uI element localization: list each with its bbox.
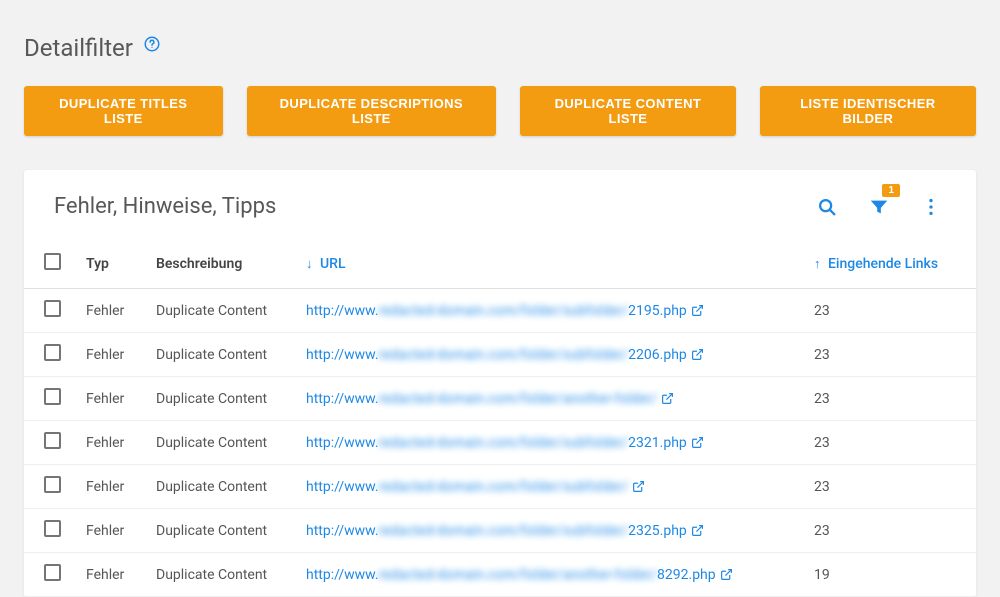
- sort-down-icon: ↓: [306, 257, 313, 272]
- row-desc: Duplicate Content: [148, 553, 298, 597]
- row-desc: Duplicate Content: [148, 465, 298, 509]
- url-link[interactable]: http://www.redacted-domain.com/folder/su…: [306, 303, 687, 319]
- col-links-label: Eingehende Links: [828, 256, 938, 272]
- duplicate-content-button[interactable]: DUPLICATE CONTENT LISTE: [520, 86, 736, 136]
- card-title: Fehler, Hinweise, Tipps: [54, 194, 816, 219]
- col-typ[interactable]: Typ: [78, 239, 148, 289]
- help-icon[interactable]: [143, 35, 161, 53]
- row-desc: Duplicate Content: [148, 509, 298, 553]
- row-url: http://www.redacted-domain.com/folder/an…: [298, 377, 806, 421]
- row-url: http://www.redacted-domain.com/folder/su…: [298, 289, 806, 333]
- page-title: Detailfilter: [24, 34, 133, 62]
- row-desc: Duplicate Content: [148, 289, 298, 333]
- row-url: http://www.redacted-domain.com/folder/su…: [298, 509, 806, 553]
- identical-images-button[interactable]: LISTE IDENTISCHER BILDER: [760, 86, 976, 136]
- filter-button-row: DUPLICATE TITLES LISTE DUPLICATE DESCRIP…: [0, 72, 1000, 136]
- duplicate-descriptions-button[interactable]: DUPLICATE DESCRIPTIONS LISTE: [247, 86, 497, 136]
- results-card: Fehler, Hinweise, Tipps 1: [24, 170, 976, 597]
- table-row: FehlerDuplicate Content http://www.redact…: [24, 553, 976, 597]
- row-checkbox[interactable]: [44, 432, 61, 449]
- external-link-icon[interactable]: [720, 568, 733, 581]
- url-link[interactable]: http://www.redacted-domain.com/folder/an…: [306, 391, 657, 407]
- row-url: http://www.redacted-domain.com/folder/an…: [298, 553, 806, 597]
- row-links: 23: [806, 465, 976, 509]
- table-row: FehlerDuplicate Content http://www.redact…: [24, 421, 976, 465]
- row-typ: Fehler: [78, 377, 148, 421]
- row-checkbox[interactable]: [44, 564, 61, 581]
- row-url: http://www.redacted-domain.com/folder/su…: [298, 421, 806, 465]
- row-typ: Fehler: [78, 553, 148, 597]
- row-typ: Fehler: [78, 333, 148, 377]
- select-all-checkbox[interactable]: [44, 253, 61, 270]
- row-checkbox[interactable]: [44, 520, 61, 537]
- external-link-icon[interactable]: [691, 348, 704, 361]
- external-link-icon[interactable]: [691, 436, 704, 449]
- external-link-icon[interactable]: [691, 304, 704, 317]
- col-beschreibung[interactable]: Beschreibung: [148, 239, 298, 289]
- col-url[interactable]: ↓ URL: [298, 239, 806, 289]
- row-links: 23: [806, 289, 976, 333]
- table-row: FehlerDuplicate Content http://www.redact…: [24, 289, 976, 333]
- row-links: 23: [806, 421, 976, 465]
- row-url: http://www.redacted-domain.com/folder/su…: [298, 333, 806, 377]
- row-links: 23: [806, 333, 976, 377]
- external-link-icon[interactable]: [661, 392, 674, 405]
- row-desc: Duplicate Content: [148, 421, 298, 465]
- url-link[interactable]: http://www.redacted-domain.com/folder/su…: [306, 479, 628, 495]
- row-typ: Fehler: [78, 465, 148, 509]
- table-row: FehlerDuplicate Content http://www.redact…: [24, 377, 976, 421]
- filter-icon[interactable]: 1: [868, 196, 890, 218]
- col-url-label: URL: [320, 256, 346, 272]
- table-row: FehlerDuplicate Content http://www.redact…: [24, 333, 976, 377]
- search-icon[interactable]: [816, 196, 838, 218]
- filter-badge: 1: [882, 184, 900, 197]
- row-links: 19: [806, 553, 976, 597]
- table-row: FehlerDuplicate Content http://www.redact…: [24, 465, 976, 509]
- row-typ: Fehler: [78, 289, 148, 333]
- row-checkbox[interactable]: [44, 476, 61, 493]
- row-desc: Duplicate Content: [148, 333, 298, 377]
- row-checkbox[interactable]: [44, 300, 61, 317]
- row-checkbox[interactable]: [44, 344, 61, 361]
- table-row: FehlerDuplicate Content http://www.redact…: [24, 509, 976, 553]
- external-link-icon[interactable]: [691, 524, 704, 537]
- results-table: Typ Beschreibung ↓ URL ↑ Eingehende Link…: [24, 239, 976, 597]
- url-link[interactable]: http://www.redacted-domain.com/folder/su…: [306, 523, 687, 539]
- col-eingehende-links[interactable]: ↑ Eingehende Links: [806, 239, 976, 289]
- row-links: 23: [806, 509, 976, 553]
- row-url: http://www.redacted-domain.com/folder/su…: [298, 465, 806, 509]
- more-icon[interactable]: [920, 196, 942, 218]
- row-checkbox[interactable]: [44, 388, 61, 405]
- row-desc: Duplicate Content: [148, 377, 298, 421]
- url-link[interactable]: http://www.redacted-domain.com/folder/su…: [306, 435, 687, 451]
- duplicate-titles-button[interactable]: DUPLICATE TITLES LISTE: [24, 86, 223, 136]
- url-link[interactable]: http://www.redacted-domain.com/folder/su…: [306, 347, 687, 363]
- row-typ: Fehler: [78, 509, 148, 553]
- url-link[interactable]: http://www.redacted-domain.com/folder/an…: [306, 567, 716, 583]
- row-links: 23: [806, 377, 976, 421]
- row-typ: Fehler: [78, 421, 148, 465]
- external-link-icon[interactable]: [632, 480, 645, 493]
- sort-up-icon: ↑: [814, 257, 821, 272]
